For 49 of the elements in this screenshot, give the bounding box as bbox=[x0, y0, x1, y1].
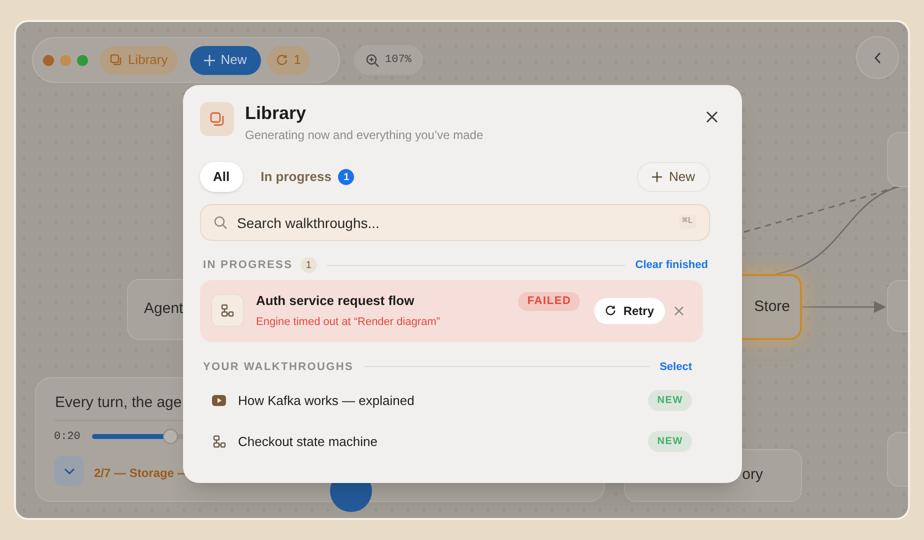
plus-icon bbox=[652, 172, 662, 182]
new-button[interactable]: New bbox=[636, 162, 710, 192]
walkthrough-item[interactable]: Checkout state machine NEW bbox=[200, 421, 692, 462]
dismiss-button[interactable] bbox=[674, 306, 684, 316]
node-label: Agent bbox=[144, 299, 184, 320]
status-badge: FAILED bbox=[518, 292, 580, 311]
refresh-icon bbox=[276, 54, 288, 66]
chevron-down-icon bbox=[64, 468, 74, 474]
select-link[interactable]: Select bbox=[660, 358, 692, 375]
dialog-subtitle: Generating now and everything you’ve made bbox=[245, 127, 484, 144]
new-badge: NEW bbox=[648, 431, 692, 452]
walkthrough-title: How Kafka works — explained bbox=[238, 392, 414, 410]
close-icon bbox=[674, 306, 684, 316]
walkthrough-item[interactable]: How Kafka works — explained NEW bbox=[200, 380, 692, 421]
progress-thumb[interactable] bbox=[163, 429, 178, 444]
new-badge: NEW bbox=[648, 390, 692, 411]
zoom-in-icon bbox=[366, 54, 379, 66]
close-button[interactable] bbox=[706, 110, 720, 124]
shortcut-hint: ⌘L bbox=[679, 215, 696, 228]
search-icon bbox=[214, 216, 227, 229]
chapters-button[interactable] bbox=[54, 456, 84, 486]
video-icon bbox=[212, 395, 226, 406]
section-heading: IN PROGRESS bbox=[203, 258, 293, 273]
caption-text: Every turn, the age bbox=[55, 393, 182, 413]
collapse-button[interactable] bbox=[856, 36, 899, 79]
section-heading: YOUR WALKTHROUGHS bbox=[203, 360, 354, 374]
walkthrough-title: Checkout state machine bbox=[238, 432, 378, 451]
new-button[interactable]: New bbox=[190, 46, 261, 74]
clear-finished-link[interactable]: Clear finished bbox=[635, 257, 708, 274]
node-label: Store bbox=[754, 296, 790, 317]
dialog-title: Library bbox=[245, 102, 308, 124]
count-badge: 1 bbox=[300, 257, 317, 274]
filter-tab[interactable]: In progress 1 bbox=[250, 162, 364, 192]
copy-icon bbox=[210, 112, 224, 126]
diagram-icon bbox=[212, 435, 226, 448]
count-badge: 1 bbox=[338, 169, 354, 185]
copy-icon bbox=[110, 54, 122, 66]
elapsed-time: 0:20 bbox=[54, 430, 80, 445]
filter-tab[interactable]: All bbox=[200, 162, 243, 192]
chevron-left-icon bbox=[874, 52, 882, 64]
refresh-icon bbox=[605, 305, 616, 316]
job-title: Auth service request flow bbox=[256, 292, 416, 310]
error-message: Engine timed out at “Render diagram” bbox=[256, 314, 442, 330]
plus-icon bbox=[204, 54, 215, 66]
retry-button[interactable]: Retry bbox=[594, 298, 665, 324]
close-icon bbox=[706, 111, 718, 123]
zoom-button[interactable]: 107% bbox=[354, 45, 424, 75]
node-label: ory bbox=[742, 465, 763, 486]
diagram-icon bbox=[221, 304, 234, 317]
